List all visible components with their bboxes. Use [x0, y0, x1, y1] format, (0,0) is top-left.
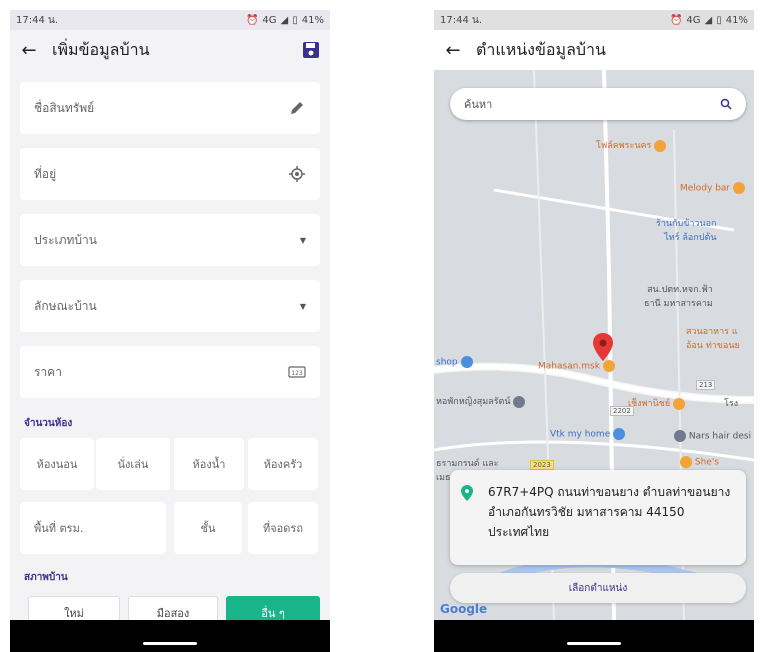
- app-bar: ← ตำแหน่งข้อมูลบ้าน: [434, 30, 754, 70]
- app-bar: ← เพิ่มข้อมูลบ้าน: [10, 30, 330, 70]
- poi-label: Nars hair desi: [674, 430, 751, 442]
- battery-level: 41%: [301, 14, 324, 26]
- poi-label: shop: [436, 356, 473, 368]
- add-house-screen: 17:44 น. ⏰ 4G ◢ ▯ 41% ← เพิ่มข้อมูลบ้าน …: [10, 10, 330, 652]
- map-view[interactable]: ค้นหา โฟล์คพระนคร Melody bar ร้านกับข้าว…: [434, 70, 754, 620]
- search-icon[interactable]: [720, 98, 732, 110]
- status-icons: ⏰ 4G ◢ ▯ 41%: [246, 15, 324, 26]
- alarm-icon: ⏰: [245, 14, 259, 26]
- alarm-icon: ⏰: [669, 14, 683, 26]
- battery-level: 41%: [725, 14, 748, 26]
- network-label: 4G: [686, 14, 701, 26]
- svg-text:123: 123: [291, 370, 303, 377]
- condition-section-title: สภาพบ้าน: [24, 572, 68, 583]
- page-title: เพิ่มข้อมูลบ้าน: [52, 39, 150, 59]
- address-card: 67R7+4PQ ถนนท่าขอนยาง ตำบลท่าขอนยาง อำเภ…: [450, 470, 746, 565]
- price-field[interactable]: ราคา 123: [20, 346, 320, 398]
- address-field[interactable]: ที่อยู่: [20, 148, 320, 200]
- asset-name-field[interactable]: ชื่อสินทรัพย์: [20, 82, 320, 134]
- save-icon[interactable]: [302, 41, 320, 59]
- poi-label: สน.ปตท.หจก.ฟ้า ธานี มหาสารคาม: [644, 285, 713, 309]
- signal-icon: ◢: [704, 14, 713, 26]
- road-number-label: 2202: [610, 406, 634, 416]
- home-indicator[interactable]: [567, 642, 621, 645]
- status-time: 17:44 น.: [16, 14, 59, 26]
- address-text: 67R7+4PQ ถนนท่าขอนยาง ตำบลท่าขอนยาง อำเภ…: [488, 485, 731, 539]
- poi-label: เช็งพานิชย์: [628, 396, 685, 410]
- battery-icon: ▯: [716, 14, 722, 26]
- house-type-select[interactable]: ประเภทบ้าน ▼: [20, 214, 320, 266]
- house-location-screen: 17:44 น. ⏰ 4G ◢ ▯ 41% ← ตำแหน่งข้อมูลบ้า…: [434, 10, 754, 652]
- pencil-icon: [291, 102, 303, 114]
- location-pin-icon: [461, 485, 473, 501]
- kitchen-field[interactable]: ห้องครัว: [248, 438, 318, 490]
- network-label: 4G: [262, 14, 277, 26]
- house-style-select[interactable]: ลักษณะบ้าน ▼: [20, 280, 320, 332]
- map-search-bar[interactable]: ค้นหา: [450, 88, 746, 120]
- map-pin-icon[interactable]: [592, 332, 614, 362]
- parking-field[interactable]: ที่จอดรถ: [248, 502, 318, 554]
- poi-label: Vtk my home: [550, 428, 626, 440]
- location-target-icon[interactable]: [288, 165, 306, 183]
- system-nav-bar: [10, 620, 330, 652]
- bathroom-field[interactable]: ห้องน้ำ: [174, 438, 244, 490]
- signal-icon: ◢: [280, 14, 289, 26]
- poi-label: สวนอาหาร แอ้อน ท่าขอนย: [686, 327, 740, 351]
- poi-label: โฟล์คพระนคร: [596, 138, 667, 152]
- status-time: 17:44 น.: [440, 14, 483, 26]
- house-style-placeholder: ลักษณะบ้าน: [34, 298, 97, 313]
- back-arrow-icon[interactable]: ←: [444, 40, 462, 61]
- floors-field[interactable]: ชั้น: [174, 502, 242, 554]
- road-number-label: 2023: [530, 460, 554, 470]
- price-placeholder: ราคา: [34, 364, 62, 379]
- battery-icon: ▯: [292, 14, 298, 26]
- poi-label: หอพักหญิงสุมลรัตน์: [436, 394, 526, 408]
- poi-label: ร้านกับข้าวนอก ไทร์ ล้อกปต้น: [656, 219, 717, 243]
- address-placeholder: ที่อยู่: [34, 166, 57, 181]
- search-placeholder: ค้นหา: [464, 98, 493, 111]
- select-location-button[interactable]: เลือกตำแหน่ง: [450, 573, 746, 603]
- system-nav-bar: [434, 620, 754, 652]
- back-arrow-icon[interactable]: ←: [20, 40, 38, 61]
- asset-name-placeholder: ชื่อสินทรัพย์: [34, 100, 95, 115]
- area-field[interactable]: พื้นที่ ตรม.: [20, 502, 166, 554]
- home-indicator[interactable]: [143, 642, 197, 645]
- number-keypad-icon: 123: [288, 366, 306, 378]
- poi-label: Melody bar: [680, 182, 746, 194]
- google-logo: Google: [440, 602, 488, 616]
- poi-label: โรง: [724, 399, 739, 409]
- road-number-label: 213: [696, 380, 716, 390]
- dropdown-arrow-icon: ▼: [299, 235, 306, 245]
- status-icons: ⏰ 4G ◢ ▯ 41%: [670, 15, 748, 26]
- page-title: ตำแหน่งข้อมูลบ้าน: [476, 39, 606, 59]
- status-bar: 17:44 น. ⏰ 4G ◢ ▯ 41%: [10, 10, 330, 30]
- poi-label: She's: [680, 456, 719, 468]
- dropdown-arrow-icon: ▼: [299, 301, 306, 311]
- rooms-section-title: จำนวนห้อง: [24, 418, 73, 429]
- bedroom-field[interactable]: ห้องนอน: [20, 438, 94, 490]
- status-bar: 17:44 น. ⏰ 4G ◢ ▯ 41%: [434, 10, 754, 30]
- living-room-field[interactable]: นั่งเล่น: [96, 438, 170, 490]
- house-type-placeholder: ประเภทบ้าน: [34, 232, 97, 247]
